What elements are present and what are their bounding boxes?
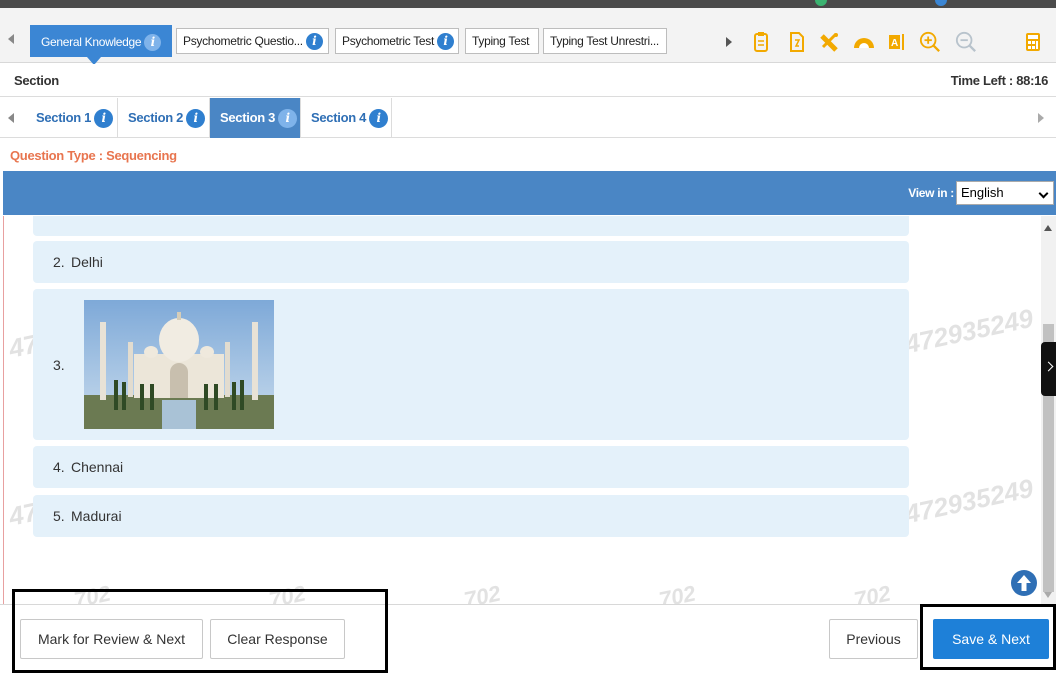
watermark: 472935249 (902, 472, 1036, 530)
section-tab-label: Section 3 (220, 110, 276, 125)
status-dot-green (815, 0, 827, 6)
scroll-to-top-button[interactable] (1011, 570, 1037, 596)
option-number: 4. (53, 459, 65, 475)
option-number: 2. (53, 254, 65, 270)
question-type: Question Type : Sequencing (10, 148, 177, 163)
watermark: 702 (656, 580, 698, 604)
tab-label: Typing Test (472, 34, 530, 48)
list-item[interactable]: 2. Delhi (33, 241, 909, 283)
option-text: Delhi (71, 254, 103, 270)
zoom-out-icon[interactable] (955, 30, 977, 54)
chevron-right-icon (1043, 361, 1054, 372)
option-number: 3. (53, 357, 65, 373)
watermark: 472935249 (902, 302, 1036, 360)
tab-typing-test-unrestricted[interactable]: Typing Test Unrestri... (543, 28, 667, 54)
section-label: Section (14, 73, 59, 88)
info-icon[interactable]: i (278, 109, 298, 129)
tabs-scroll-left-icon[interactable] (8, 34, 14, 44)
info-icon[interactable]: i (186, 109, 206, 129)
zoom-in-icon[interactable] (919, 30, 941, 54)
question-content: 47 472935249 47 472935249 702 702 702 70… (3, 216, 1041, 604)
tab-psychometric-test[interactable]: Psychometric Test i (335, 28, 459, 54)
info-icon[interactable]: i (437, 33, 455, 51)
tab-general-knowledge[interactable]: General Knowledge i (30, 25, 173, 57)
view-in-label: View in : (908, 186, 954, 200)
highlight-box (12, 589, 388, 673)
watermark: 702 (461, 580, 503, 604)
tab-psychometric-questions[interactable]: Psychometric Questio... i (176, 28, 329, 54)
test-tab-bar: General Knowledge i Psychometric Questio.… (0, 8, 1056, 65)
language-selected: English (961, 185, 1004, 200)
section-header: Section Time Left : 88:16 (0, 64, 1056, 97)
question-type-row: Question Type : Sequencing (0, 139, 1056, 171)
list-item[interactable]: 4. Chennai (33, 446, 909, 488)
info-icon[interactable]: i (305, 33, 323, 51)
info-icon[interactable]: i (94, 109, 114, 129)
tab-label: Psychometric Questio... (183, 34, 303, 48)
scale-icon[interactable] (819, 30, 841, 54)
list-item[interactable] (33, 216, 909, 236)
watermark: 702 (851, 580, 893, 604)
text-size-icon[interactable]: A (886, 30, 908, 54)
svg-text:A: A (891, 38, 898, 49)
option-number: 5. (53, 508, 65, 524)
notepad-icon[interactable] (750, 30, 772, 54)
section-tab-label: Section 4 (311, 110, 367, 125)
top-strip (0, 0, 1056, 8)
list-item[interactable]: 3. (33, 289, 909, 440)
tab-section-2[interactable]: Section 2i (118, 98, 210, 138)
highlight-box (920, 604, 1056, 670)
chevron-down-icon (1038, 188, 1049, 199)
tab-label: Typing Test Unrestri... (550, 34, 659, 48)
language-select[interactable]: English (956, 181, 1054, 205)
side-panel-toggle[interactable] (1041, 342, 1056, 396)
sections-scroll-left-icon[interactable] (8, 113, 14, 123)
tab-section-3[interactable]: Section 3i (210, 98, 301, 138)
taj-mahal-photo (84, 300, 274, 429)
tabs-scroll-right-icon[interactable] (726, 37, 732, 47)
scroll-down-icon[interactable] (1044, 592, 1052, 598)
arrow-up-icon (1017, 575, 1031, 591)
question-toolbar: View in : English (3, 171, 1056, 215)
calculator-icon[interactable] (1022, 30, 1044, 54)
time-left: Time Left : 88:16 (950, 73, 1049, 88)
tab-section-4[interactable]: Section 4i (301, 98, 392, 138)
content-scrollbar[interactable] (1041, 216, 1056, 604)
info-icon[interactable]: i (369, 109, 389, 129)
tab-label: General Knowledge (41, 35, 142, 49)
previous-button[interactable]: Previous (829, 619, 918, 659)
rough-sheet-icon[interactable] (786, 30, 808, 54)
info-icon[interactable]: i (144, 34, 162, 52)
status-dot-blue (935, 0, 947, 6)
protractor-icon[interactable] (853, 30, 875, 54)
sections-scroll-right-icon[interactable] (1038, 113, 1044, 123)
section-tabs: Section 1i Section 2i Section 3i Section… (0, 98, 1056, 138)
option-text: Chennai (71, 459, 124, 475)
tab-typing-test[interactable]: Typing Test (465, 28, 539, 54)
tab-label: Psychometric Test (342, 34, 435, 48)
section-tab-label: Section 2 (128, 110, 184, 125)
option-text: Madurai (71, 508, 122, 524)
section-tab-label: Section 1 (36, 110, 92, 125)
scroll-up-icon[interactable] (1044, 225, 1052, 231)
tab-section-1[interactable]: Section 1i (26, 98, 118, 138)
list-item[interactable]: 5. Madurai (33, 495, 909, 537)
